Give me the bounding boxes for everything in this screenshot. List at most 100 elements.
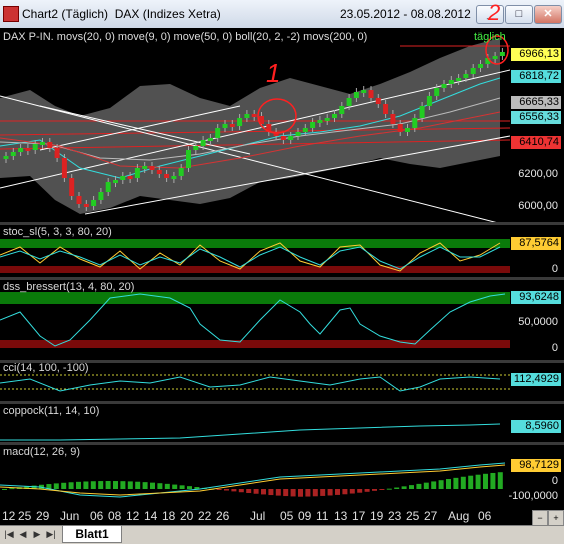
sheet-tab-bar: |◀ ◀ ▶ ▶| Blatt1: [0, 525, 564, 544]
macd-histogram-bar: [275, 489, 281, 496]
macd-panel[interactable]: macd(12, 26, 9): [0, 445, 510, 508]
macd-axis: 98,7129 0 -100,0000: [508, 445, 564, 508]
macd-tick-0: 0: [551, 475, 558, 487]
candle-up: [288, 136, 294, 140]
close-button[interactable]: ✕: [534, 5, 562, 24]
dss-panel[interactable]: dss_bressert(13, 4, 80, 20): [0, 280, 510, 362]
candle-down: [61, 158, 67, 178]
last-close-value: 6966,13: [511, 48, 561, 61]
x-tick: 12: [126, 509, 140, 523]
macd-histogram-bar: [483, 473, 488, 489]
dss-label: dss_bressert(13, 4, 80, 20): [3, 281, 135, 293]
x-tick: 27: [424, 509, 438, 523]
x-tick: 29: [36, 509, 50, 523]
candle-down: [229, 124, 235, 127]
macd-histogram-bar: [135, 481, 141, 489]
macd-tick-neg100: -100,0000: [508, 490, 558, 502]
cci-last-value: 112,4929: [511, 373, 561, 386]
price-panel[interactable]: DAX P-IN. movs(20, 0) move(9, 0) move(50…: [0, 0, 511, 227]
macd-histogram-bar: [497, 472, 503, 489]
candle-down: [25, 148, 31, 151]
x-tick: Jul: [250, 509, 266, 523]
maximize-button[interactable]: □: [505, 5, 533, 24]
candle-up: [178, 168, 184, 176]
candle-down: [375, 98, 381, 104]
candle-up: [193, 146, 199, 150]
candle-up: [244, 114, 250, 118]
x-tick: 06: [90, 509, 104, 523]
coppock-panel[interactable]: coppock(11, 14, 10): [0, 404, 510, 444]
prev-sheet-button[interactable]: ◀: [17, 528, 29, 541]
candle-up: [113, 180, 118, 183]
window-title: Chart2 (Täglich) DAX (Indizes Xetra): [22, 7, 221, 21]
tab-blatt1[interactable]: Blatt1: [62, 526, 122, 543]
next-sheet-button[interactable]: ▶: [31, 528, 43, 541]
candle-up: [492, 56, 498, 59]
macd-histogram-bar: [76, 481, 81, 489]
x-tick: 26: [216, 509, 230, 523]
upper-band-value: 6818,72: [511, 70, 561, 83]
candle-up: [171, 176, 177, 179]
macd-histogram-bar: [298, 489, 303, 497]
cci-panel[interactable]: cci(14, 100, -100): [0, 362, 510, 403]
macd-histogram-bar: [157, 483, 163, 489]
coppock-last-value: 8,5960: [511, 420, 561, 433]
macd-histogram-bar: [2, 489, 7, 490]
annotation-number-1: 1: [266, 58, 281, 88]
macd-histogram-bar: [164, 483, 170, 489]
candle-up: [456, 78, 462, 81]
x-tick: 20: [180, 509, 194, 523]
candle-down: [397, 124, 403, 132]
candle-down: [127, 176, 133, 179]
candle-up: [237, 118, 243, 126]
stoc-last-value: 87,5764: [511, 237, 561, 250]
candle-up: [18, 148, 24, 152]
candle-up: [3, 156, 9, 159]
candle-up: [412, 118, 418, 128]
candle-up: [222, 124, 228, 128]
candle-up: [10, 152, 16, 156]
first-sheet-button[interactable]: |◀: [3, 528, 15, 541]
macd-histogram-bar: [127, 481, 133, 489]
candle-down: [390, 114, 396, 124]
zoom-in-button[interactable]: +: [548, 510, 564, 526]
macd-histogram-bar: [372, 489, 377, 491]
candle-up: [405, 128, 410, 132]
candle-up: [339, 106, 345, 114]
macd-histogram-bar: [386, 488, 392, 490]
stoc-tick-0: 0: [551, 263, 558, 275]
candle-down: [83, 204, 89, 207]
candle-down: [76, 196, 82, 204]
macd-histogram-bar: [349, 489, 355, 494]
candle-down: [164, 174, 170, 178]
app-icon: [3, 6, 19, 22]
candle-down: [251, 114, 257, 117]
candle-up: [419, 106, 425, 118]
macd-histogram-bar: [394, 487, 400, 489]
macd-histogram-bar: [172, 484, 178, 489]
stoc-panel[interactable]: stoc_sl(5, 3, 3, 80, 20): [0, 225, 510, 279]
x-tick: 09: [298, 509, 312, 523]
macd-histogram-bar: [490, 472, 496, 489]
macd-histogram-bar: [438, 480, 444, 489]
last-sheet-button[interactable]: ▶|: [45, 528, 57, 541]
macd-histogram-bar: [98, 481, 104, 489]
candle-up: [346, 98, 352, 106]
candle-up: [142, 166, 148, 169]
macd-histogram-bar: [253, 489, 259, 494]
stoc-axis: 87,5764 0: [510, 225, 564, 279]
candle-up: [207, 138, 213, 141]
macd-last-value: 98,7129: [511, 459, 561, 472]
macd-histogram-bar: [446, 479, 451, 489]
candle-up: [98, 192, 104, 200]
zoom-out-button[interactable]: −: [532, 510, 548, 526]
candle-up: [91, 200, 97, 206]
dss-tick-50: 50,0000: [518, 316, 558, 328]
x-tick: Aug: [448, 509, 470, 523]
cci-axis: 112,4929: [510, 363, 564, 403]
candle-up: [470, 68, 476, 74]
x-tick: 18: [162, 509, 176, 523]
macd-histogram-bar: [409, 485, 414, 489]
candle-up: [105, 182, 111, 192]
candle-down: [368, 90, 374, 98]
